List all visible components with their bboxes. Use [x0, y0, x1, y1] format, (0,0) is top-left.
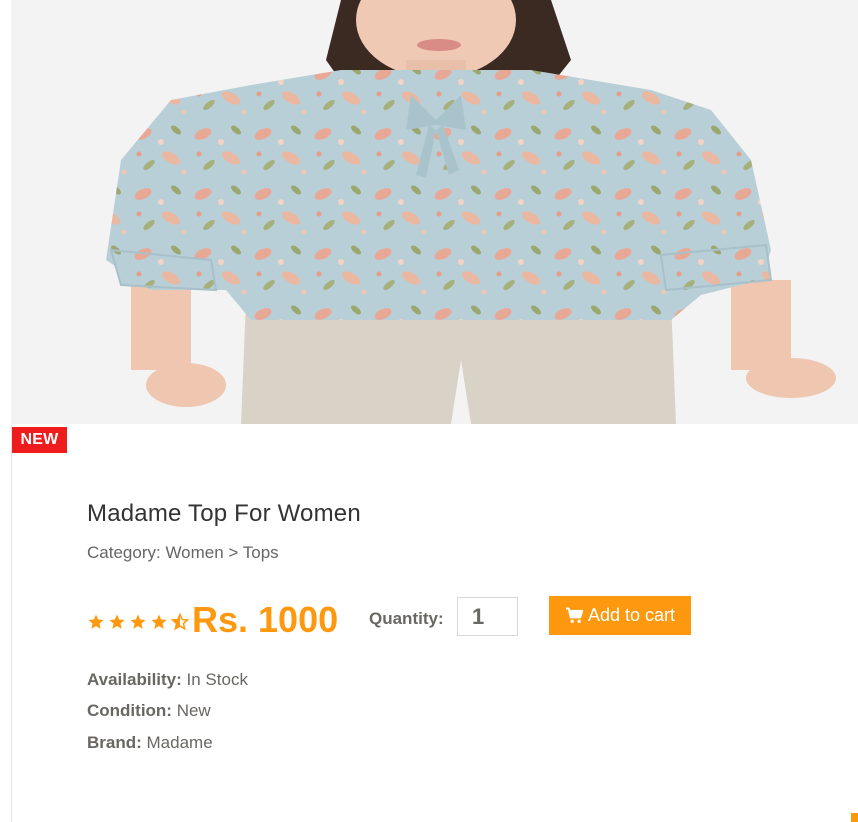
condition-label: Condition: [87, 701, 172, 720]
product-price: Rs. 1000 [192, 599, 339, 640]
add-to-cart-button[interactable]: Add to cart [549, 596, 691, 635]
product-category: Category: Women > Tops [87, 543, 279, 563]
brand-value: Madame [146, 733, 213, 752]
category-link[interactable]: Women > Tops [165, 543, 278, 562]
scroll-indicator [851, 813, 858, 822]
star-half-icon [171, 613, 189, 631]
availability-row: Availability: In Stock [87, 670, 248, 690]
star-icon [109, 614, 125, 629]
new-badge: NEW [12, 427, 67, 453]
product-title: Madame Top For Women [87, 500, 361, 527]
brand-label: Brand: [87, 733, 142, 752]
add-to-cart-label: Add to cart [587, 605, 676, 625]
rating-stars [87, 613, 189, 631]
category-prefix: Category: [87, 543, 161, 562]
condition-row: Condition: New [87, 701, 211, 721]
star-icon [130, 614, 146, 629]
star-icon [151, 614, 167, 629]
shopping-cart-icon [565, 607, 584, 623]
quantity-input[interactable] [457, 597, 518, 636]
availability-label: Availability: [87, 670, 182, 689]
quantity-label: Quantity: [369, 609, 444, 628]
condition-value: New [176, 701, 211, 720]
brand-row: Brand: Madame [87, 733, 213, 753]
content-divider [11, 425, 12, 822]
product-image[interactable] [11, 0, 858, 424]
star-icon [88, 614, 104, 629]
availability-value: In Stock [186, 670, 248, 689]
